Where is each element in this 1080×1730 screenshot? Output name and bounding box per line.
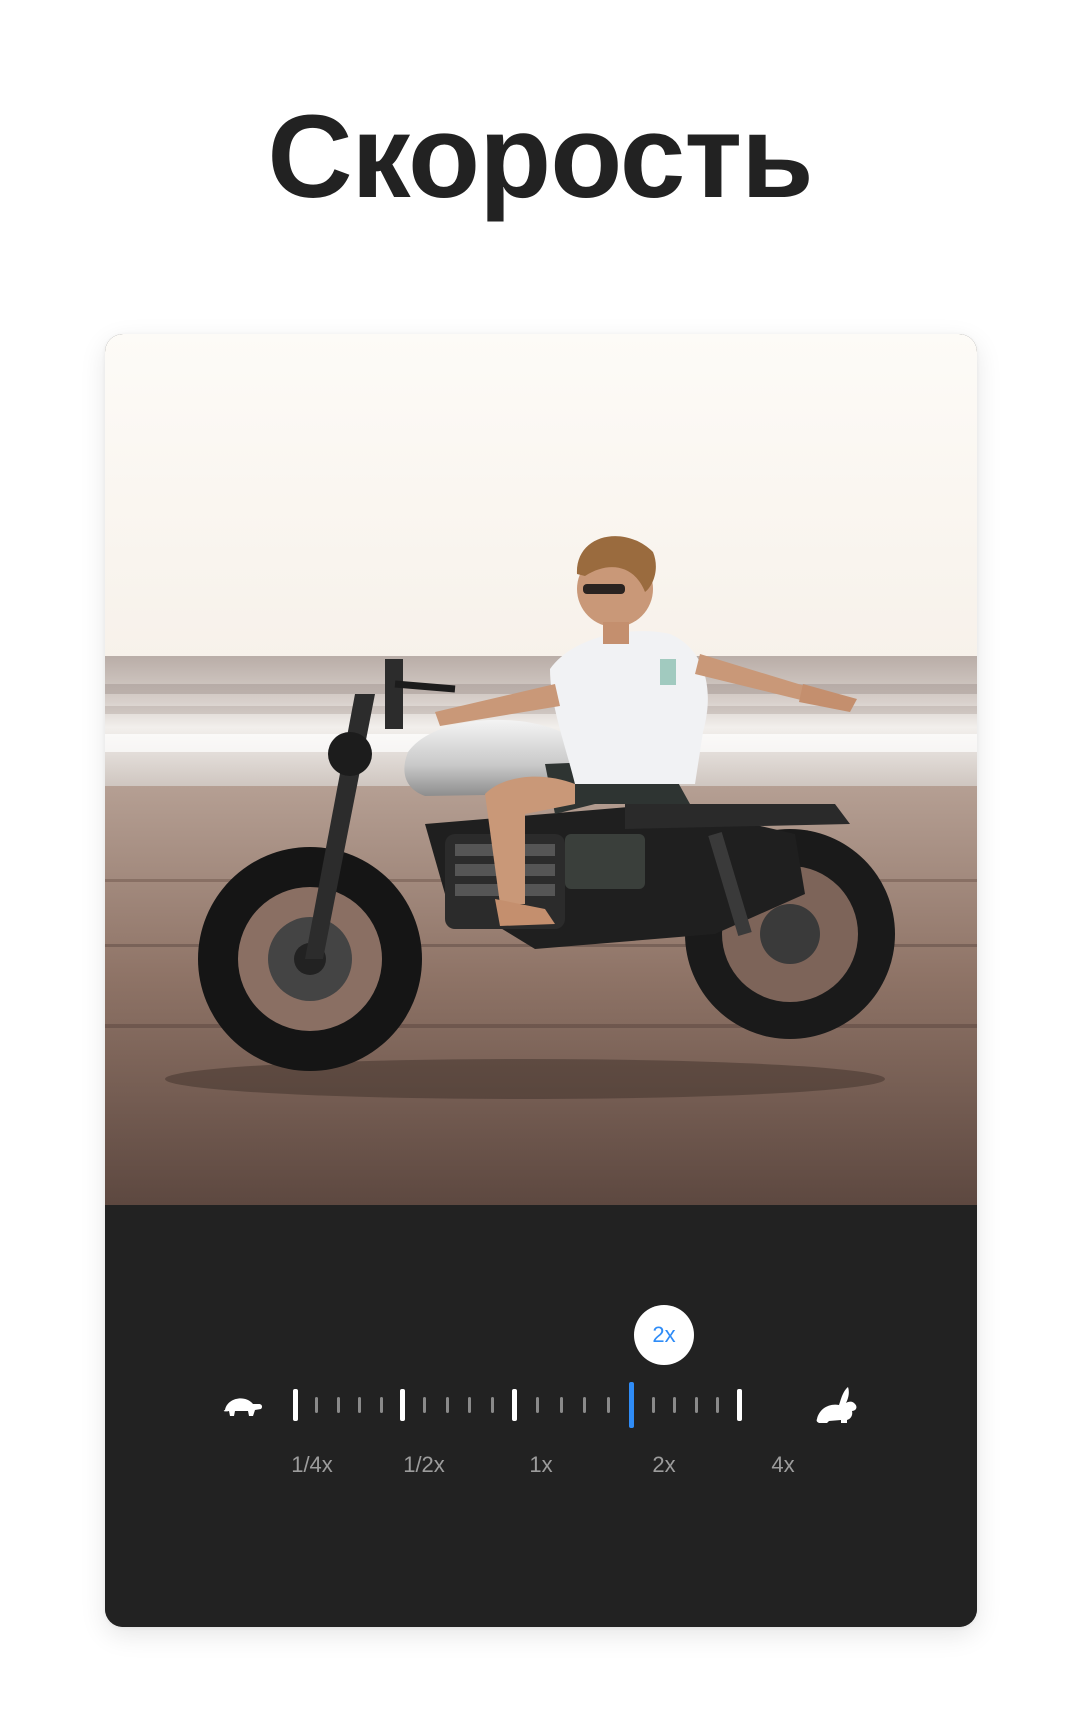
slider-thumb[interactable] (629, 1382, 634, 1428)
slider-minor-tick (716, 1397, 720, 1413)
slider-minor-tick (445, 1397, 449, 1413)
speed-control-panel: 2x 1/4x 1/2x 1x 2x 4x (105, 1205, 977, 1627)
slider-minor-tick (379, 1397, 383, 1413)
slider-minor-tick (651, 1397, 655, 1413)
slider-major-tick (512, 1389, 517, 1421)
speed-option-quadruple[interactable]: 4x (743, 1452, 823, 1478)
slider-minor-tick (336, 1397, 340, 1413)
video-preview[interactable] (105, 334, 977, 1205)
speed-option-half[interactable]: 1/2x (384, 1452, 464, 1478)
slider-minor-tick (606, 1397, 610, 1413)
slider-minor-tick (468, 1397, 472, 1413)
video-frame-image (105, 334, 977, 1205)
slider-minor-tick (490, 1397, 494, 1413)
slider-minor-tick (315, 1397, 319, 1413)
slider-minor-tick (358, 1397, 362, 1413)
slider-minor-tick (536, 1397, 540, 1413)
slider-major-tick (293, 1389, 298, 1421)
page-title: Скорость (267, 91, 813, 223)
speed-option-quarter[interactable]: 1/4x (272, 1452, 352, 1478)
slider-minor-tick (423, 1397, 427, 1413)
editor-card: 2x 1/4x 1/2x 1x 2x 4x (105, 334, 977, 1627)
speed-option-double[interactable]: 2x (624, 1452, 704, 1478)
slider-minor-tick (694, 1397, 698, 1413)
slider-minor-tick (673, 1397, 677, 1413)
slider-minor-tick (559, 1397, 563, 1413)
speed-option-normal[interactable]: 1x (501, 1452, 581, 1478)
slider-minor-tick (583, 1397, 587, 1413)
slider-major-tick (400, 1389, 405, 1421)
slider-major-tick (737, 1389, 742, 1421)
